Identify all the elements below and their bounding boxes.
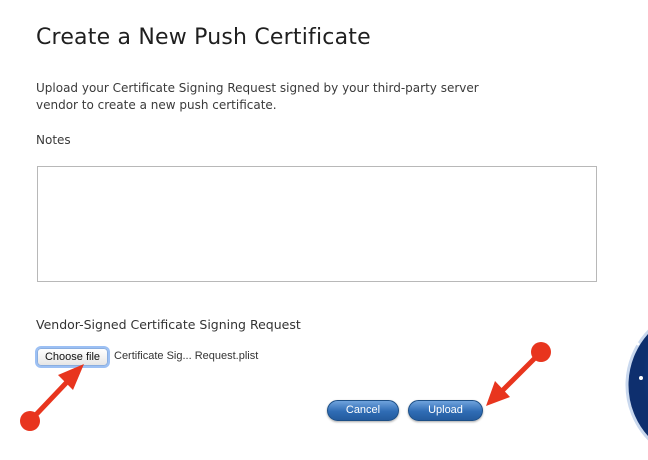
annotation-arrow-choose-file [20,364,84,431]
cancel-button[interactable]: Cancel [327,400,399,421]
selected-file-name: Certificate Sig... Request.plist [114,350,259,362]
upload-button[interactable]: Upload [408,400,483,421]
choose-file-button[interactable]: Choose file [37,348,108,366]
page-title: Create a New Push Certificate [36,25,371,50]
notes-textarea[interactable] [37,166,597,282]
globe-decoration [625,316,648,441]
notes-label: Notes [36,133,71,147]
csr-label: Vendor-Signed Certificate Signing Reques… [36,317,301,332]
annotation-arrow-upload [486,342,551,406]
page-description: Upload your Certificate Signing Request … [36,81,479,112]
